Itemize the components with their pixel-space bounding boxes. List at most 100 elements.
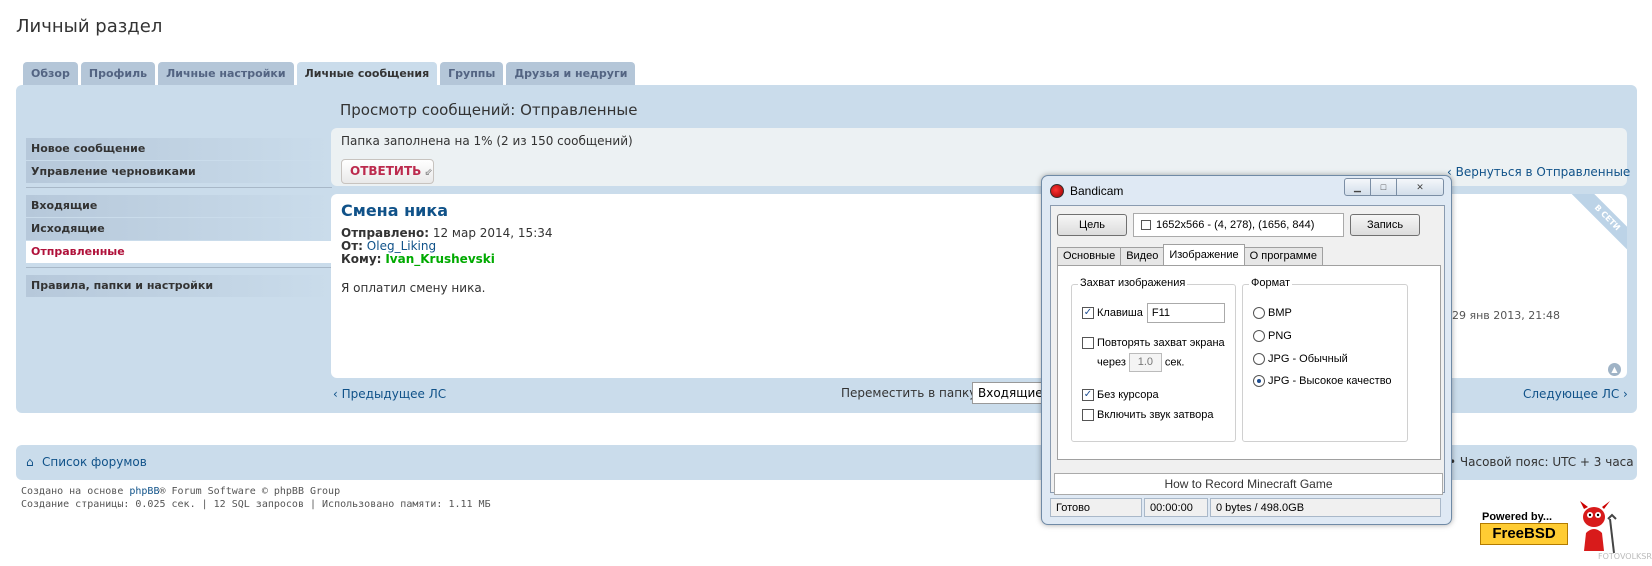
footer-credits: Создано на основе phpBB® Forum Software …: [21, 485, 491, 511]
radio-selected-icon: [1253, 375, 1265, 388]
radio-icon: [1253, 307, 1265, 320]
sent-label: Отправлено:: [341, 226, 429, 240]
move-folder-select[interactable]: Входящие: [972, 382, 1044, 404]
powered-by-label: Powered by...: [1482, 511, 1553, 523]
capture-group-title: Захват изображения: [1078, 277, 1188, 289]
interval-label: через: [1097, 356, 1126, 369]
hotkey-label: Клавиша: [1097, 306, 1143, 319]
bsd-daemon-icon: [1580, 501, 1617, 554]
format-option[interactable]: PNG: [1253, 330, 1292, 343]
page-stats: Создание страницы: 0.025 сек. | 12 SQL з…: [21, 499, 491, 510]
online-badge-label: В СЕТИ: [1565, 194, 1627, 256]
image-tab-pane: Захват изображения ✓ Клавиша F11 Повторять…: [1057, 265, 1441, 460]
interval-input[interactable]: 1.0: [1128, 353, 1162, 372]
tab-friends-foes[interactable]: Друзья и недруги: [506, 62, 636, 85]
maximize-button[interactable]: □: [1370, 178, 1397, 196]
interval-row: через 1.0 сек.: [1097, 353, 1184, 372]
format-bmp-label: BMP: [1268, 307, 1292, 319]
target-button[interactable]: Цель: [1057, 214, 1127, 236]
timezone-info: • Часовой пояс: UTC + 3 часа: [1449, 455, 1634, 469]
record-button[interactable]: Запись: [1350, 214, 1420, 236]
tab-personal-settings[interactable]: Личные настройки: [158, 62, 294, 85]
format-option[interactable]: JPG - Обычный: [1253, 353, 1348, 366]
status-time: 00:00:00: [1144, 498, 1208, 517]
shutter-row: Включить звук затвора: [1082, 409, 1213, 422]
back-to-sent-link[interactable]: ‹ Вернуться в Отправленные: [1447, 165, 1630, 179]
format-group-title: Формат: [1249, 277, 1293, 289]
reply-button[interactable]: ОТВЕТИТЬ ⇙: [341, 159, 434, 184]
minimize-button[interactable]: ▁: [1344, 178, 1371, 196]
tab-profile[interactable]: Профиль: [80, 62, 156, 85]
howto-link[interactable]: How to Record Minecraft Game: [1054, 473, 1443, 495]
chevron-right-icon: ›: [1619, 387, 1628, 401]
format-jpg-normal-label: JPG - Обычный: [1268, 353, 1348, 365]
next-pm-label: Следующее ЛС: [1523, 387, 1620, 401]
format-group: Формат BMP PNG JPG - Обычный JPG - Высок…: [1242, 277, 1408, 442]
profile-tabs: Обзор Профиль Личные настройки Личные со…: [23, 62, 636, 86]
tab-image[interactable]: Изображение: [1163, 244, 1245, 265]
radio-icon: [1253, 330, 1265, 343]
close-button[interactable]: ✕: [1396, 178, 1444, 196]
credits-prefix: Создано на основе: [21, 486, 130, 497]
tab-general[interactable]: Основные: [1057, 247, 1122, 265]
bandicam-client: Цель 1652x566 - (4, 278), (1656, 844) За…: [1050, 205, 1445, 495]
page-title: Личный раздел: [16, 16, 163, 37]
profile-date: 29 янв 2013, 21:48: [1452, 309, 1560, 322]
capture-area-field: 1652x566 - (4, 278), (1656, 844): [1133, 213, 1344, 237]
tab-groups[interactable]: Группы: [440, 62, 504, 85]
format-option[interactable]: BMP: [1253, 307, 1292, 320]
sidebar-item-inbox[interactable]: Входящие: [26, 195, 332, 217]
hotkey-row: ✓ Клавиша F11: [1082, 303, 1225, 323]
sidebar-item-sent[interactable]: Отправленные: [26, 241, 332, 263]
back-to-top-icon[interactable]: ▲: [1608, 363, 1621, 376]
bandicam-record-icon: [1050, 184, 1064, 198]
sidebar-item-outbox[interactable]: Исходящие: [26, 218, 332, 240]
tab-about[interactable]: О программе: [1243, 247, 1323, 265]
phpbb-link[interactable]: phpBB: [129, 486, 159, 497]
next-pm-link[interactable]: Следующее ЛС ›: [1523, 387, 1628, 401]
online-badge: В СЕТИ: [1565, 194, 1627, 256]
sent-date: 12 мар 2014, 15:34: [432, 226, 553, 240]
previous-pm-link[interactable]: ‹ Предыдущее ЛС: [333, 387, 446, 401]
hotkey-checkbox[interactable]: ✓: [1082, 307, 1094, 319]
sidebar-item-drafts[interactable]: Управление черновиками: [26, 161, 332, 183]
message-meta: Отправлено: 12 мар 2014, 15:34 От: Oleg_…: [341, 227, 553, 266]
forum-index-link[interactable]: ⌂ Список форумов: [26, 455, 147, 469]
bandicam-titlebar[interactable]: Bandicam ▁ □ ✕: [1042, 176, 1451, 204]
format-jpg-high-label: JPG - Высокое качество: [1268, 375, 1392, 387]
shutter-checkbox[interactable]: [1082, 409, 1094, 422]
repeat-checkbox[interactable]: [1082, 337, 1094, 350]
watermark: FOTOVOLKSRU: [1598, 552, 1652, 561]
tab-private-messages[interactable]: Личные сообщения: [296, 62, 438, 86]
format-option[interactable]: JPG - Высокое качество: [1253, 375, 1392, 388]
interval-unit: сек.: [1164, 356, 1185, 369]
format-png-label: PNG: [1268, 330, 1292, 342]
sidebar-divider: [26, 187, 332, 195]
bandicam-statusbar: Готово 00:00:00 0 bytes / 498.0GB: [1050, 498, 1445, 517]
hotkey-input[interactable]: F11: [1146, 303, 1225, 323]
home-icon: ⌂: [26, 455, 34, 469]
sidebar-item-new-message[interactable]: Новое сообщение: [26, 138, 332, 160]
from-label: От:: [341, 239, 363, 253]
bandicam-window: Bandicam ▁ □ ✕ Цель 1652x566 - (4, 278),…: [1041, 175, 1452, 525]
bandicam-title: Bandicam: [1070, 184, 1124, 198]
no-cursor-checkbox[interactable]: ✓: [1082, 389, 1094, 402]
tab-overview[interactable]: Обзор: [23, 62, 78, 85]
status-state: Готово: [1050, 498, 1142, 517]
to-user-link[interactable]: Ivan_Krushevski: [385, 252, 495, 266]
status-size: 0 bytes / 498.0GB: [1210, 498, 1441, 517]
freebsd-logo-text: FreeBSD: [1480, 523, 1568, 545]
from-user-link[interactable]: Oleg_Liking: [367, 239, 436, 253]
tab-video[interactable]: Видео: [1120, 247, 1165, 265]
previous-pm-label: Предыдущее ЛС: [341, 387, 447, 401]
timezone-label: Часовой пояс: UTC + 3 часа: [1459, 455, 1634, 469]
pm-sidebar: Новое сообщение Управление черновиками В…: [26, 138, 332, 298]
to-label: Кому:: [341, 252, 382, 266]
message-body: Я оплатил смену ника.: [341, 281, 486, 295]
message-subject[interactable]: Смена ника: [341, 201, 448, 220]
back-to-sent-label: Вернуться в Отправленные: [1455, 165, 1631, 179]
no-cursor-label: Без курсора: [1097, 389, 1159, 401]
reply-label: ОТВЕТИТЬ: [350, 164, 422, 178]
sidebar-item-rules[interactable]: Правила, папки и настройки: [26, 275, 332, 297]
bandicam-tabs: Основные Видео Изображение О программе: [1057, 244, 1323, 265]
